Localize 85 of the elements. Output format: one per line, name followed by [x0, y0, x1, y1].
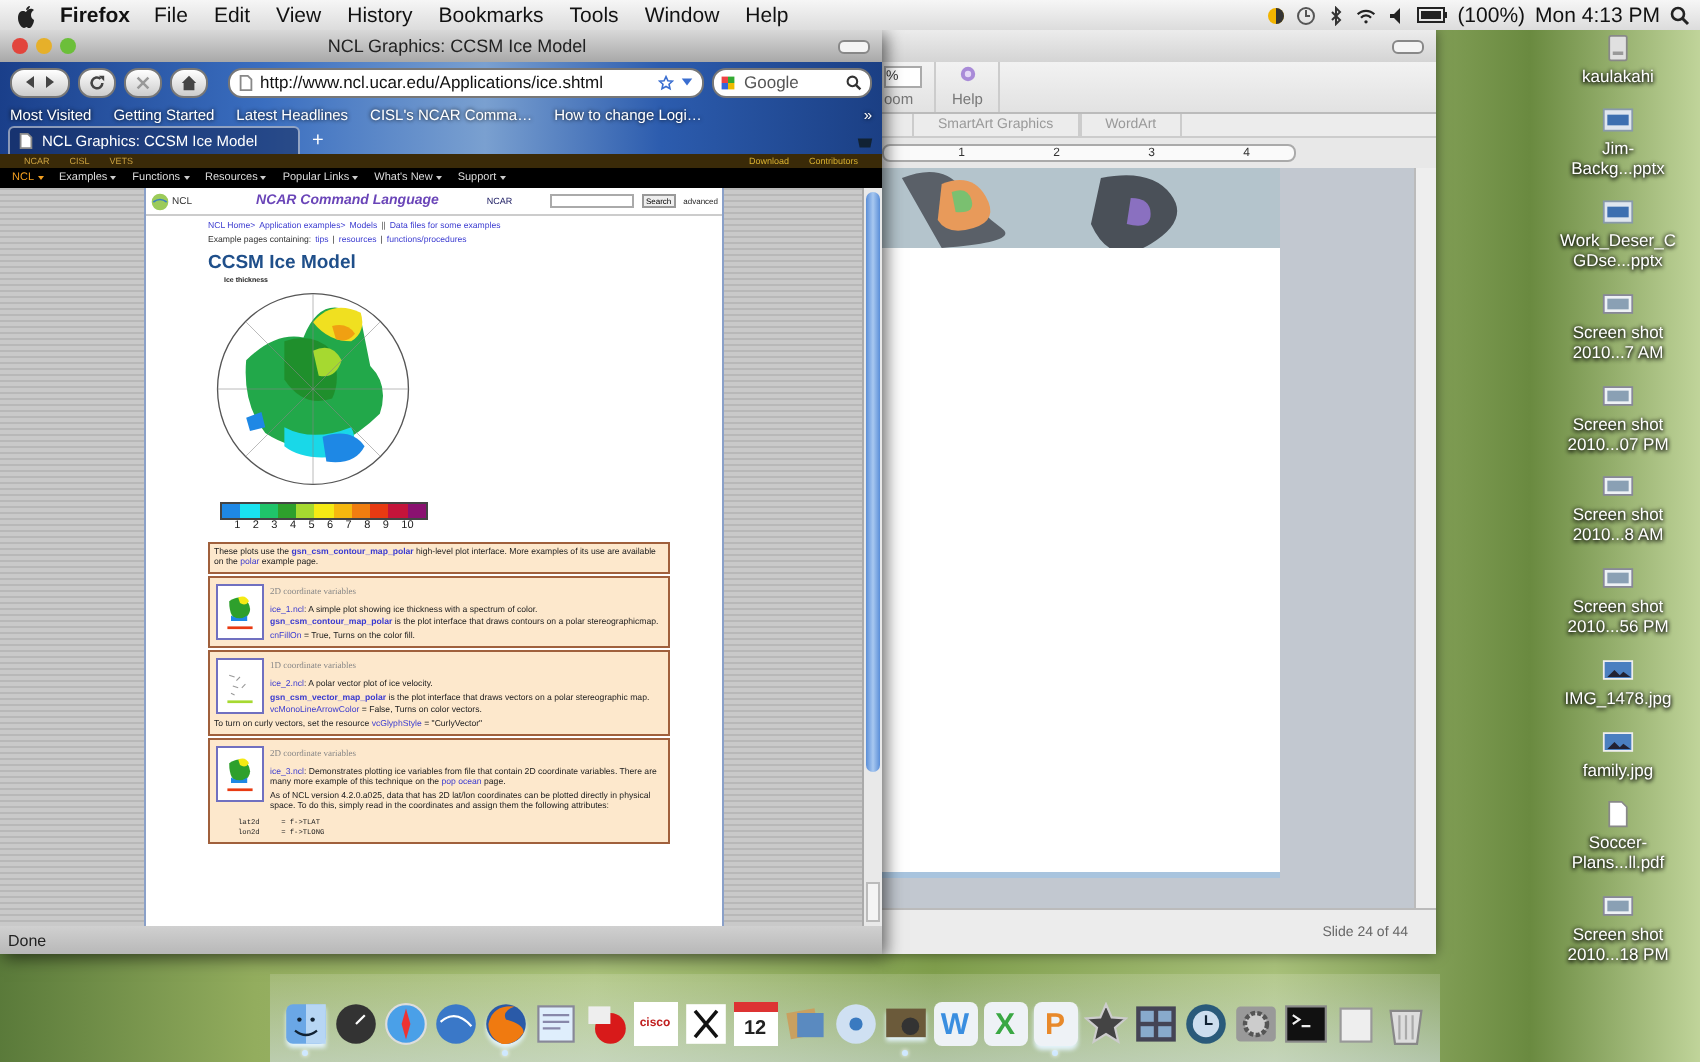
- menu-item[interactable]: History: [347, 3, 413, 27]
- caret-icon: [435, 176, 442, 180]
- new-tab-button[interactable]: +: [312, 130, 324, 154]
- slide-file-icon[interactable]: [1602, 105, 1634, 134]
- site-search-field[interactable]: [549, 194, 634, 208]
- plot-thumbnail[interactable]: [216, 658, 264, 715]
- status-icon[interactable]: [1265, 5, 1286, 25]
- apple-icon[interactable]: [16, 3, 36, 27]
- menu-item[interactable]: Bookmarks: [438, 3, 544, 27]
- globe-icon: [150, 191, 170, 211]
- toolbar-toggle-button[interactable]: [838, 39, 870, 53]
- contour-plot-icon: [222, 590, 258, 635]
- running-indicator: [1052, 1050, 1058, 1056]
- caret-icon: [110, 176, 117, 180]
- app-menu[interactable]: Firefox: [60, 3, 131, 27]
- close-button[interactable]: [12, 38, 28, 54]
- clock-icon[interactable]: [1183, 1002, 1227, 1046]
- page-icon: [238, 73, 254, 91]
- settings-icon[interactable]: [1233, 1002, 1277, 1046]
- menu-item[interactable]: Edit: [213, 3, 251, 27]
- screenshot-file-icon[interactable]: [1602, 289, 1634, 318]
- address-field[interactable]: http://www.ncl.ucar.edu/Applications/ice.shtml: [228, 67, 704, 97]
- contour-plot-icon: [222, 752, 258, 797]
- fox-globe-icon[interactable]: [483, 1002, 527, 1046]
- wifi-icon[interactable]: [1355, 5, 1376, 25]
- status-text: Done: [8, 931, 47, 949]
- slide-file-icon[interactable]: [1601, 197, 1634, 226]
- menu-item[interactable]: Help: [745, 3, 789, 27]
- caret-icon: [183, 176, 190, 180]
- toolbar-toggle-button[interactable]: [1392, 39, 1424, 53]
- scroll-bar[interactable]: [862, 188, 882, 926]
- stop-button[interactable]: [124, 67, 162, 97]
- scroll-thumb[interactable]: [866, 192, 880, 772]
- close-icon: [134, 73, 152, 91]
- battery-icon[interactable]: [1415, 6, 1448, 24]
- terminal-icon[interactable]: [1283, 1002, 1327, 1046]
- document-icon[interactable]: [1602, 800, 1634, 829]
- search-engine-icon: [720, 73, 736, 91]
- running-indicator: [302, 1050, 308, 1056]
- search-icon[interactable]: [1670, 5, 1690, 25]
- gauge-icon[interactable]: [333, 1002, 377, 1046]
- ball-icon[interactable]: [583, 1002, 627, 1046]
- menu-item[interactable]: Window: [644, 3, 720, 27]
- search-icon[interactable]: [846, 73, 862, 91]
- window-grid-icon[interactable]: [1133, 1002, 1177, 1046]
- help-icon[interactable]: [959, 66, 976, 82]
- menu-clock[interactable]: Mon 4:13 PM: [1535, 3, 1660, 27]
- home-icon: [180, 73, 198, 91]
- screenshot-file-icon[interactable]: [1602, 891, 1634, 920]
- star-icon[interactable]: [658, 73, 674, 91]
- caret-icon: [352, 176, 359, 180]
- back-forward-button[interactable]: [10, 67, 70, 97]
- running-indicator: [902, 1050, 908, 1056]
- globe-icon[interactable]: [433, 1002, 477, 1046]
- plot-thumbnail[interactable]: [216, 584, 264, 641]
- bluetooth-icon[interactable]: [1325, 5, 1346, 25]
- caret-icon: [260, 176, 267, 180]
- image-file-icon[interactable]: [1602, 656, 1634, 685]
- screenshot-file-icon[interactable]: [1602, 472, 1634, 501]
- plot-thumbnail[interactable]: [216, 746, 264, 803]
- page-heading: CCSM Ice Model: [208, 251, 358, 274]
- dropdown-caret-icon[interactable]: [680, 76, 694, 88]
- menu-item[interactable]: Tools: [569, 3, 619, 27]
- page-icon: [18, 132, 34, 150]
- scroll-bar[interactable]: [1414, 168, 1436, 908]
- running-indicator: [502, 1050, 508, 1056]
- reload-button[interactable]: [78, 67, 116, 97]
- caret-icon: [37, 176, 44, 180]
- reload-icon: [88, 73, 106, 91]
- volume-icon[interactable]: [1385, 5, 1406, 25]
- smiling-face-icon[interactable]: [283, 1002, 327, 1046]
- screenshot-file-icon[interactable]: [1602, 564, 1634, 593]
- screenshot-file-icon[interactable]: [1602, 381, 1634, 410]
- clock-icon[interactable]: [1295, 5, 1316, 25]
- window-title: NCL Graphics: CCSM Ice Model: [325, 36, 589, 56]
- calendar-icon[interactable]: 12: [733, 1002, 777, 1046]
- document-icon[interactable]: [533, 1002, 577, 1046]
- image-file-icon[interactable]: [1602, 728, 1634, 757]
- x-icon[interactable]: [683, 1002, 727, 1046]
- battery-percent: (100%): [1457, 3, 1526, 27]
- menu-item[interactable]: View: [276, 3, 322, 27]
- home-button[interactable]: [170, 67, 208, 97]
- caret-icon: [499, 176, 506, 180]
- menu-item[interactable]: File: [154, 3, 188, 27]
- search-field[interactable]: Google: [712, 67, 872, 97]
